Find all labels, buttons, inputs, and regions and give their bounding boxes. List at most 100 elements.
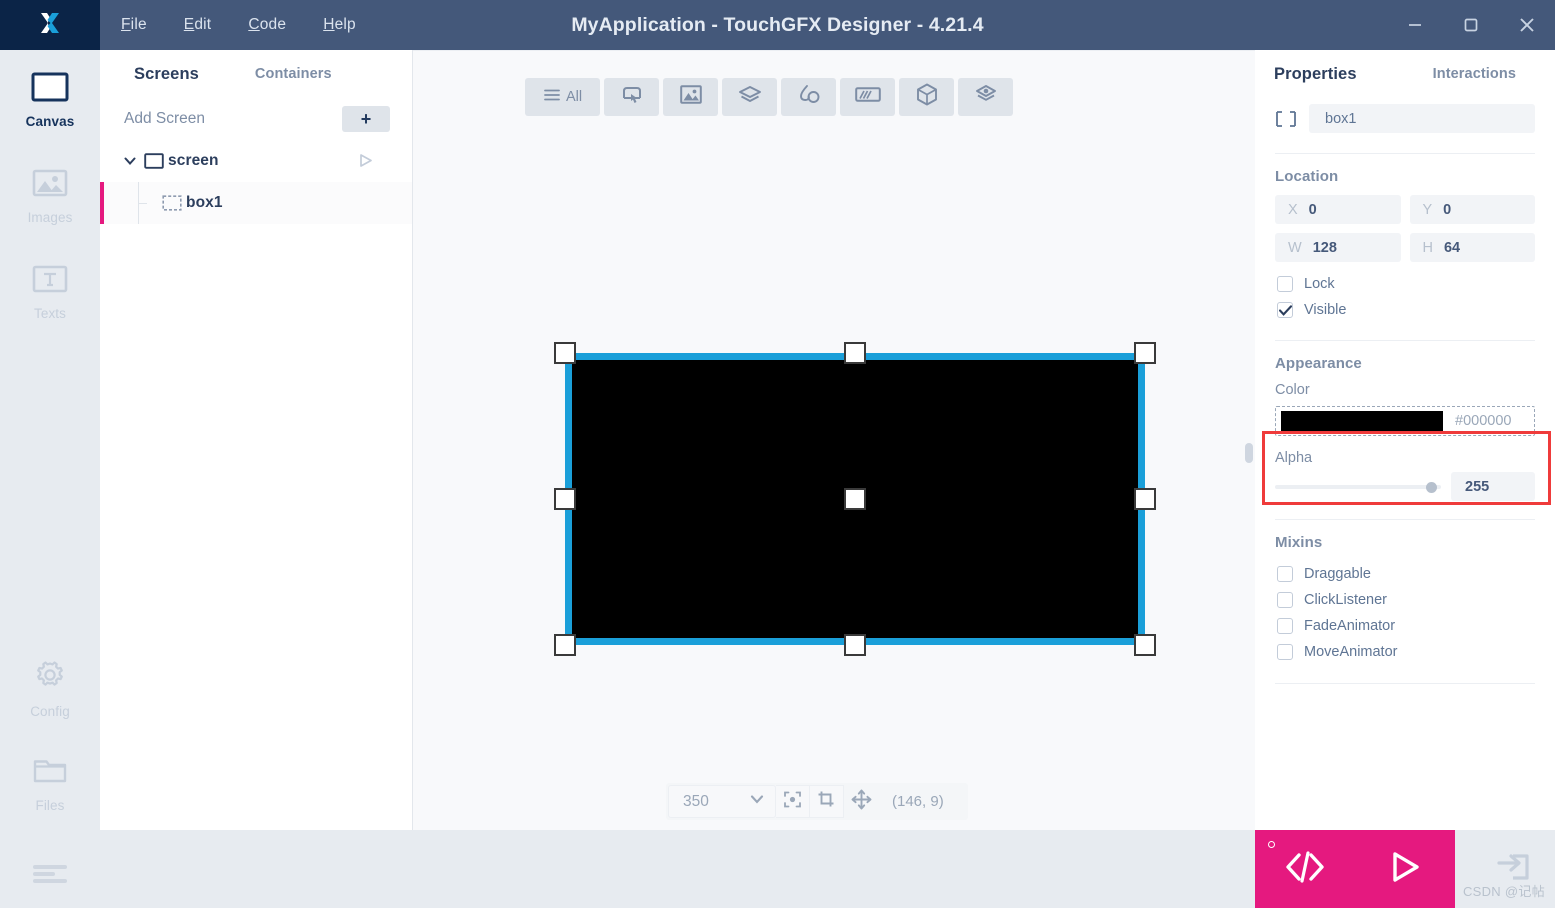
center-focus-icon [783,790,802,814]
tree-indent-tick [138,203,147,204]
resize-handle-bottom-left[interactable] [554,634,576,656]
minimize-button[interactable] [1387,0,1443,50]
widget-category-toolbar: All [525,78,1013,116]
crop-canvas-button[interactable] [810,785,844,818]
sidebar-item-files[interactable]: Files [0,736,100,832]
resize-handle-middle-right[interactable] [1134,488,1156,510]
menu-item-file[interactable]: File [118,12,150,38]
alpha-slider-knob[interactable] [1426,481,1437,493]
tab-screens[interactable]: Screens [134,65,199,84]
color-picker-row[interactable]: #000000 [1255,406,1555,436]
tree-label-screen: screen [168,152,219,169]
location-xy-row: X 0 Y 0 [1255,195,1555,224]
filter-all-button[interactable]: All [525,78,600,116]
draggable-checkbox[interactable] [1277,566,1293,582]
close-button[interactable] [1499,0,1555,50]
hamburger-menu-icon [32,863,68,890]
folder-icon [32,756,68,791]
window-controls [1387,0,1555,50]
sidebar-item-images[interactable]: Images [0,148,100,244]
maximize-square-icon [1462,16,1480,34]
width-value: 128 [1312,239,1337,256]
fadeanimator-checkbox[interactable] [1277,618,1293,634]
canvas-top-divider [413,50,1255,51]
play-triangle-icon [1386,850,1424,889]
resize-handle-bottom-right[interactable] [1134,634,1156,656]
location-wh-row: W 128 H 64 [1255,233,1555,262]
tree-row-box1[interactable]: box1 [100,182,412,224]
fadeanimator-checkbox-row[interactable]: FadeAnimator [1255,613,1555,639]
zoom-level-select[interactable]: 350 [668,785,776,818]
maximize-button[interactable] [1443,0,1499,50]
selection-indicator [100,182,104,224]
alpha-value-input[interactable]: 255 [1451,472,1535,501]
tab-interactions[interactable]: Interactions [1433,66,1516,82]
menu-item-help[interactable]: Help [320,12,359,38]
tab-properties[interactable]: Properties [1274,65,1357,84]
resize-handle-top-center[interactable] [844,342,866,364]
sidebar-label-images: Images [27,209,73,225]
canvas-area[interactable]: All 350 (146, 9) [413,50,1255,830]
box-dashed-rect-icon [158,195,186,211]
visible-checkbox-row[interactable]: Visible [1255,297,1555,323]
height-field[interactable]: H 64 [1409,233,1535,262]
visible-checkbox[interactable] [1277,302,1293,318]
clicklistener-checkbox[interactable] [1277,592,1293,608]
custom-category-button[interactable] [958,78,1013,116]
lock-checkbox-row[interactable]: Lock [1255,271,1555,297]
run-simulator-button[interactable] [1355,830,1455,908]
lock-checkbox[interactable] [1277,276,1293,292]
properties-divider-4 [1275,683,1535,684]
sidebar-item-config[interactable]: Config [0,640,100,736]
color-swatch[interactable] [1281,411,1443,431]
alpha-slider[interactable] [1275,476,1441,498]
resize-handle-middle-left[interactable] [554,488,576,510]
x-value: 0 [1308,201,1317,218]
canvas-rect-icon [31,72,69,107]
draggable-checkbox-row[interactable]: Draggable [1255,561,1555,587]
screen-rect-icon [140,153,168,169]
pan-canvas-button[interactable] [844,785,878,818]
tab-containers[interactable]: Containers [255,66,332,82]
zoom-level-value: 350 [683,792,709,810]
images-category-button[interactable] [663,78,718,116]
add-screen-button[interactable]: + [342,106,390,132]
visible-label: Visible [1304,302,1347,318]
widget-name-input[interactable]: box1 [1309,104,1535,133]
shapes-circle-drop-icon [797,84,821,110]
buttons-category-button[interactable] [604,78,659,116]
containers-category-button[interactable] [722,78,777,116]
progress-category-button[interactable] [840,78,895,116]
y-field[interactable]: Y 0 [1409,195,1535,224]
move-arrows-icon [851,789,872,815]
chevron-down-icon[interactable] [120,154,140,168]
moveanimator-checkbox[interactable] [1277,644,1293,660]
shapes-category-button[interactable] [781,78,836,116]
sidebar-item-canvas[interactable]: Canvas [0,52,100,148]
clicklistener-checkbox-row[interactable]: ClickListener [1255,587,1555,613]
layers-stack-icon [738,85,762,110]
move-handle-center[interactable] [844,488,866,510]
resize-handle-top-right[interactable] [1134,342,1156,364]
play-triangle-icon[interactable] [357,152,374,174]
center-canvas-button[interactable] [776,785,810,818]
watermark: CSDN @记帖 [1462,884,1545,899]
screens-panel: Screens Containers Add Screen + screen b… [100,50,413,830]
tree-label-box1: box1 [186,194,223,211]
width-field[interactable]: W 128 [1275,233,1401,262]
resize-handle-bottom-center[interactable] [844,634,866,656]
resize-handle-top-left[interactable] [554,342,576,364]
tree-row-screen[interactable]: screen [100,140,412,182]
menu-item-code[interactable]: Code [245,12,289,38]
chevron-down-icon[interactable] [749,791,765,812]
sidebar-item-texts[interactable]: Texts [0,244,100,340]
hamburger-menu-button[interactable] [0,845,100,908]
moveanimator-checkbox-row[interactable]: MoveAnimator [1255,639,1555,665]
color-hex-value: #000000 [1455,413,1512,429]
miscellaneous-category-button[interactable] [899,78,954,116]
color-picker-field[interactable]: #000000 [1275,406,1535,436]
lock-label: Lock [1304,276,1335,292]
panel-resize-handle[interactable] [1245,443,1253,463]
x-field[interactable]: X 0 [1275,195,1401,224]
menu-item-edit[interactable]: Edit [181,12,215,38]
